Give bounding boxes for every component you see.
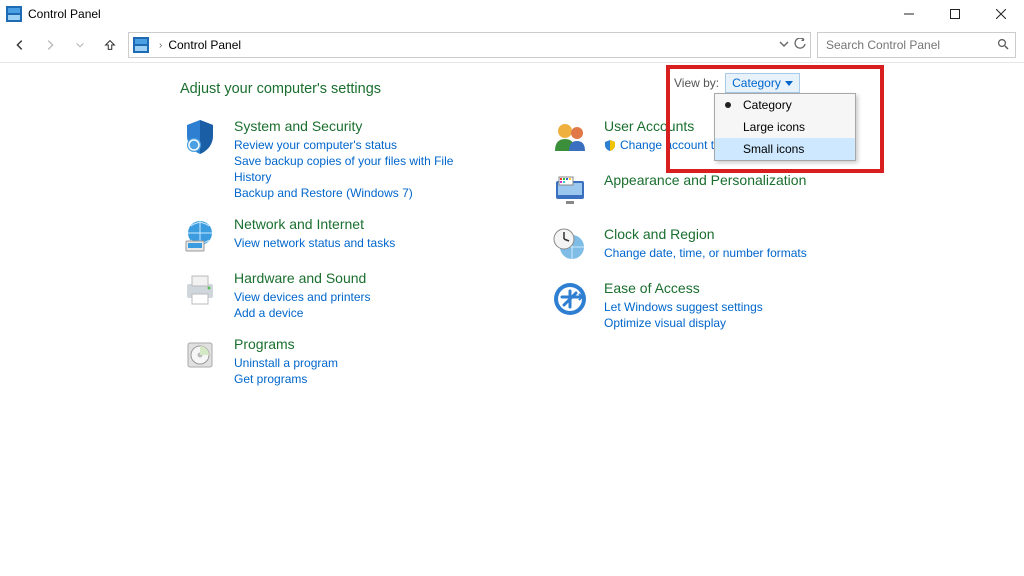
viewby-current-value: Category bbox=[732, 76, 781, 90]
category-network-internet: Network and Internet View network status… bbox=[180, 215, 480, 255]
content-area: Adjust your computer's settings View by:… bbox=[0, 63, 1024, 401]
monitor-palette-icon bbox=[550, 171, 590, 211]
category-hardware-sound: Hardware and Sound View devices and prin… bbox=[180, 269, 480, 321]
search-input[interactable] bbox=[824, 37, 997, 53]
clock-globe-icon bbox=[550, 225, 590, 265]
ease-of-access-icon bbox=[550, 279, 590, 319]
disc-box-icon bbox=[180, 335, 220, 375]
refresh-button[interactable] bbox=[794, 38, 806, 53]
window-controls bbox=[886, 0, 1024, 28]
category-title[interactable]: Clock and Region bbox=[604, 225, 807, 243]
category-title[interactable]: Appearance and Personalization bbox=[604, 171, 806, 189]
viewby-option-label: Category bbox=[743, 98, 792, 112]
close-button[interactable] bbox=[978, 0, 1024, 28]
control-panel-icon bbox=[133, 37, 149, 53]
search-icon[interactable] bbox=[997, 38, 1009, 53]
viewby-option-small-icons[interactable]: Small icons bbox=[715, 138, 855, 160]
viewby-dropdown-button[interactable]: Category bbox=[725, 73, 800, 93]
globe-network-icon bbox=[180, 215, 220, 255]
category-link[interactable]: View network status and tasks bbox=[234, 235, 395, 251]
category-link[interactable]: Optimize visual display bbox=[604, 315, 763, 331]
nav-up-button[interactable] bbox=[98, 33, 122, 57]
recent-locations-button[interactable] bbox=[68, 33, 92, 57]
category-title[interactable]: Programs bbox=[234, 335, 338, 353]
address-dropdown-button[interactable] bbox=[778, 38, 790, 53]
chevron-right-icon[interactable]: › bbox=[159, 40, 162, 51]
address-bar[interactable]: › Control Panel bbox=[128, 32, 811, 58]
viewby-option-category[interactable]: Category bbox=[715, 94, 855, 116]
nav-back-button[interactable] bbox=[8, 33, 32, 57]
category-appearance-personalization: Appearance and Personalization bbox=[550, 171, 850, 211]
category-title[interactable]: Ease of Access bbox=[604, 279, 763, 297]
category-link[interactable]: Change date, time, or number formats bbox=[604, 245, 807, 261]
category-ease-of-access: Ease of Access Let Windows suggest setti… bbox=[550, 279, 850, 331]
viewby-label: View by: bbox=[674, 76, 719, 90]
chevron-down-icon bbox=[785, 81, 793, 86]
viewby-area: View by: Category Category Large icons S… bbox=[670, 69, 880, 169]
viewby-dropdown-menu: Category Large icons Small icons bbox=[714, 93, 856, 161]
viewby-option-label: Small icons bbox=[743, 142, 804, 156]
category-link[interactable]: Get programs bbox=[234, 371, 338, 387]
nav-forward-button[interactable] bbox=[38, 33, 62, 57]
viewby-option-large-icons[interactable]: Large icons bbox=[715, 116, 855, 138]
search-box[interactable] bbox=[817, 32, 1016, 58]
category-link[interactable]: View devices and printers bbox=[234, 289, 371, 305]
category-link[interactable]: Save backup copies of your files with Fi… bbox=[234, 153, 480, 185]
category-system-security: System and Security Review your computer… bbox=[180, 117, 480, 201]
control-panel-icon bbox=[6, 6, 22, 22]
category-clock-region: Clock and Region Change date, time, or n… bbox=[550, 225, 850, 265]
category-title[interactable]: System and Security bbox=[234, 117, 480, 135]
category-title[interactable]: Network and Internet bbox=[234, 215, 395, 233]
category-link[interactable]: Add a device bbox=[234, 305, 371, 321]
titlebar: Control Panel bbox=[0, 0, 1024, 28]
category-column-left: System and Security Review your computer… bbox=[180, 117, 480, 401]
viewby-option-label: Large icons bbox=[743, 120, 805, 134]
category-title[interactable]: Hardware and Sound bbox=[234, 269, 371, 287]
category-link[interactable]: Uninstall a program bbox=[234, 355, 338, 371]
toolbar: › Control Panel bbox=[0, 28, 1024, 62]
maximize-button[interactable] bbox=[932, 0, 978, 28]
uac-shield-icon bbox=[604, 139, 616, 151]
category-programs: Programs Uninstall a program Get program… bbox=[180, 335, 480, 387]
category-link[interactable]: Let Windows suggest settings bbox=[604, 299, 763, 315]
breadcrumb-root[interactable]: Control Panel bbox=[168, 38, 241, 52]
window-title: Control Panel bbox=[28, 7, 101, 21]
minimize-button[interactable] bbox=[886, 0, 932, 28]
users-icon bbox=[550, 117, 590, 157]
shield-icon bbox=[180, 117, 220, 157]
printer-icon bbox=[180, 269, 220, 309]
radio-selected-icon bbox=[725, 102, 731, 108]
category-link[interactable]: Review your computer's status bbox=[234, 137, 480, 153]
category-link[interactable]: Backup and Restore (Windows 7) bbox=[234, 185, 480, 201]
